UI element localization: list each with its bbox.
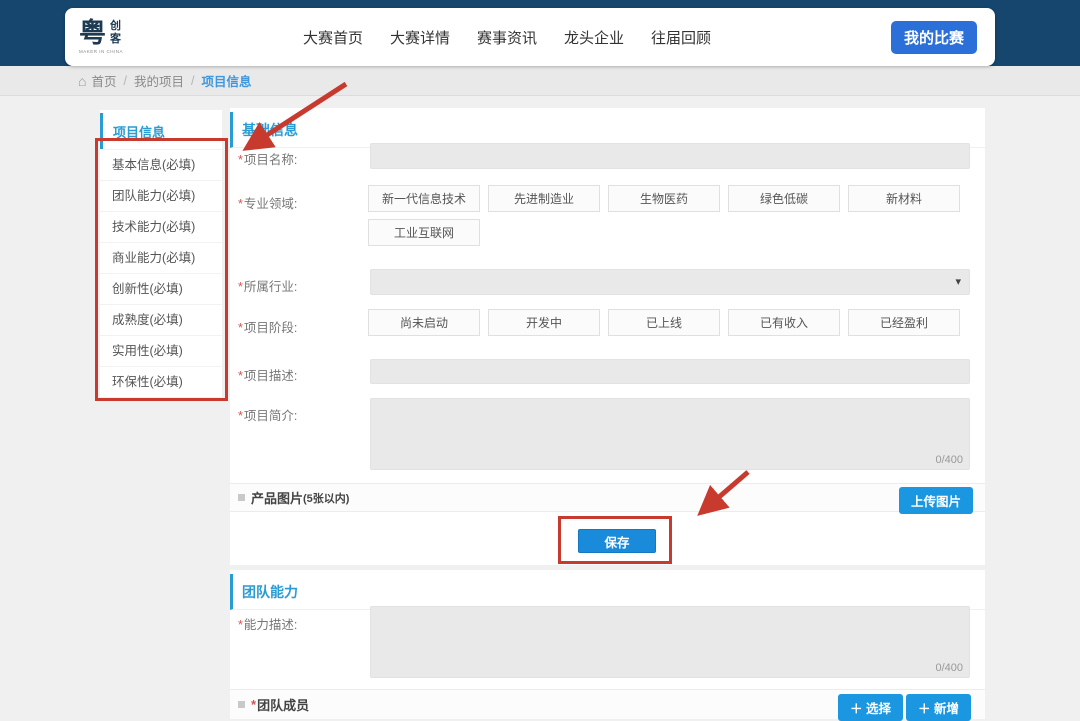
project-intro-textarea[interactable]: 0/400 xyxy=(370,398,970,470)
domain-options-row2: 工业互联网 xyxy=(368,219,480,246)
stage-options-row: 尚未启动开发中已上线已有收入已经盈利 xyxy=(368,309,960,336)
member-add-button[interactable]: ＋ 新增 xyxy=(906,694,971,721)
nav-menu: 大赛首页 大赛详情 赛事资讯 龙头企业 往届回顾 xyxy=(303,27,711,48)
sidebar-item[interactable]: 成熟度(必填) xyxy=(100,304,222,335)
save-button[interactable]: 保存 xyxy=(578,529,656,553)
project-desc-input[interactable] xyxy=(370,359,970,384)
sidebar-item[interactable]: 商业能力(必填) xyxy=(100,242,222,273)
team-members-label: * 团队成员 xyxy=(230,695,309,714)
brand-logo: 粤 创 客 MAKER IN CHINA xyxy=(79,20,123,55)
stage-option-button[interactable]: 已经盈利 xyxy=(848,309,960,336)
ability-char-counter: 0/400 xyxy=(935,662,963,674)
square-bullet-icon xyxy=(238,701,245,708)
nav-item[interactable]: 龙头企业 xyxy=(564,27,624,48)
breadcrumb-current: 项目信息 xyxy=(201,71,251,90)
domain-option-button[interactable]: 生物医药 xyxy=(608,185,720,212)
domain-option-button[interactable]: 工业互联网 xyxy=(368,219,480,246)
breadcrumb: ⌂ 首页 / 我的项目 / 项目信息 xyxy=(0,66,1080,96)
stage-option-button[interactable]: 尚未启动 xyxy=(368,309,480,336)
domain-option-button[interactable]: 先进制造业 xyxy=(488,185,600,212)
domain-option-button[interactable]: 绿色低碳 xyxy=(728,185,840,212)
team-ability-panel: 团队能力 *能力描述: 0/400 * 团队成员 ＋ 选择 ＋ 新增 xyxy=(230,570,985,719)
nav-item[interactable]: 大赛首页 xyxy=(303,27,363,48)
breadcrumb-my-projects[interactable]: 我的项目 xyxy=(134,71,184,90)
project-desc-label: *项目描述: xyxy=(238,365,297,384)
domain-option-button[interactable]: 新材料 xyxy=(848,185,960,212)
basic-info-panel: 基础信息 *项目名称: *专业领域: 新一代信息技术先进制造业生物医药绿色低碳新… xyxy=(230,108,985,565)
sidebar-item[interactable]: 团队能力(必填) xyxy=(100,180,222,211)
sidebar-item[interactable]: 技术能力(必填) xyxy=(100,211,222,242)
nav-item[interactable]: 大赛详情 xyxy=(390,27,450,48)
member-select-button[interactable]: ＋ 选择 xyxy=(838,694,903,721)
stage-option-button[interactable]: 已有收入 xyxy=(728,309,840,336)
stage-label: *项目阶段: xyxy=(238,317,297,336)
upload-images-button[interactable]: 上传图片 xyxy=(899,487,973,514)
ability-desc-label: *能力描述: xyxy=(238,614,297,633)
project-intro-label: *项目简介: xyxy=(238,405,297,424)
nav-item[interactable]: 赛事资讯 xyxy=(477,27,537,48)
product-images-row: 产品图片 (5张以内) 上传图片 xyxy=(230,483,985,512)
chevron-down-icon: ▾ xyxy=(955,275,961,288)
sidebar-item[interactable]: 实用性(必填) xyxy=(100,335,222,366)
my-contest-button[interactable]: 我的比赛 xyxy=(891,21,977,54)
stage-option-button[interactable]: 开发中 xyxy=(488,309,600,336)
team-members-row: * 团队成员 ＋ 选择 ＋ 新增 xyxy=(230,689,985,719)
brand-logo-text-bottom: 客 xyxy=(110,33,121,47)
sidebar-item[interactable]: 环保性(必填) xyxy=(100,366,222,397)
navbar: 粤 创 客 MAKER IN CHINA 大赛首页 大赛详情 赛事资讯 龙头企业 往届回… xyxy=(65,8,995,66)
team-ability-title: 团队能力 xyxy=(230,574,985,610)
stage-option-button[interactable]: 已上线 xyxy=(608,309,720,336)
product-images-label: 产品图片 (5张以内) xyxy=(230,488,349,507)
industry-label: *所属行业: xyxy=(238,276,297,295)
breadcrumb-home[interactable]: 首页 xyxy=(91,71,116,90)
sidebar: 项目信息 基本信息(必填)团队能力(必填)技术能力(必填)商业能力(必填)创新性… xyxy=(100,110,222,397)
brand-logo-icon: 粤 xyxy=(79,20,106,47)
domain-option-button[interactable]: 新一代信息技术 xyxy=(368,185,480,212)
breadcrumb-separator: / xyxy=(123,74,126,88)
industry-select[interactable]: ▾ xyxy=(370,269,970,295)
brand-logo-subtext: MAKER IN CHINA xyxy=(79,50,123,55)
sidebar-item[interactable]: 基本信息(必填) xyxy=(100,149,222,180)
sidebar-menu: 基本信息(必填)团队能力(必填)技术能力(必填)商业能力(必填)创新性(必填)成… xyxy=(100,149,222,397)
nav-item[interactable]: 往届回顾 xyxy=(651,27,711,48)
ability-desc-textarea[interactable]: 0/400 xyxy=(370,606,970,678)
domain-label: *专业领域: xyxy=(238,193,297,212)
square-bullet-icon xyxy=(238,494,245,501)
breadcrumb-separator: / xyxy=(191,74,194,88)
project-name-input[interactable] xyxy=(370,143,970,169)
project-name-label: *项目名称: xyxy=(238,149,297,168)
sidebar-title: 项目信息 xyxy=(100,113,222,149)
domain-options-row1: 新一代信息技术先进制造业生物医药绿色低碳新材料 xyxy=(368,185,960,212)
home-icon: ⌂ xyxy=(78,73,86,89)
brand-logo-text-top: 创 xyxy=(110,20,121,34)
intro-char-counter: 0/400 xyxy=(935,454,963,466)
sidebar-item[interactable]: 创新性(必填) xyxy=(100,273,222,304)
